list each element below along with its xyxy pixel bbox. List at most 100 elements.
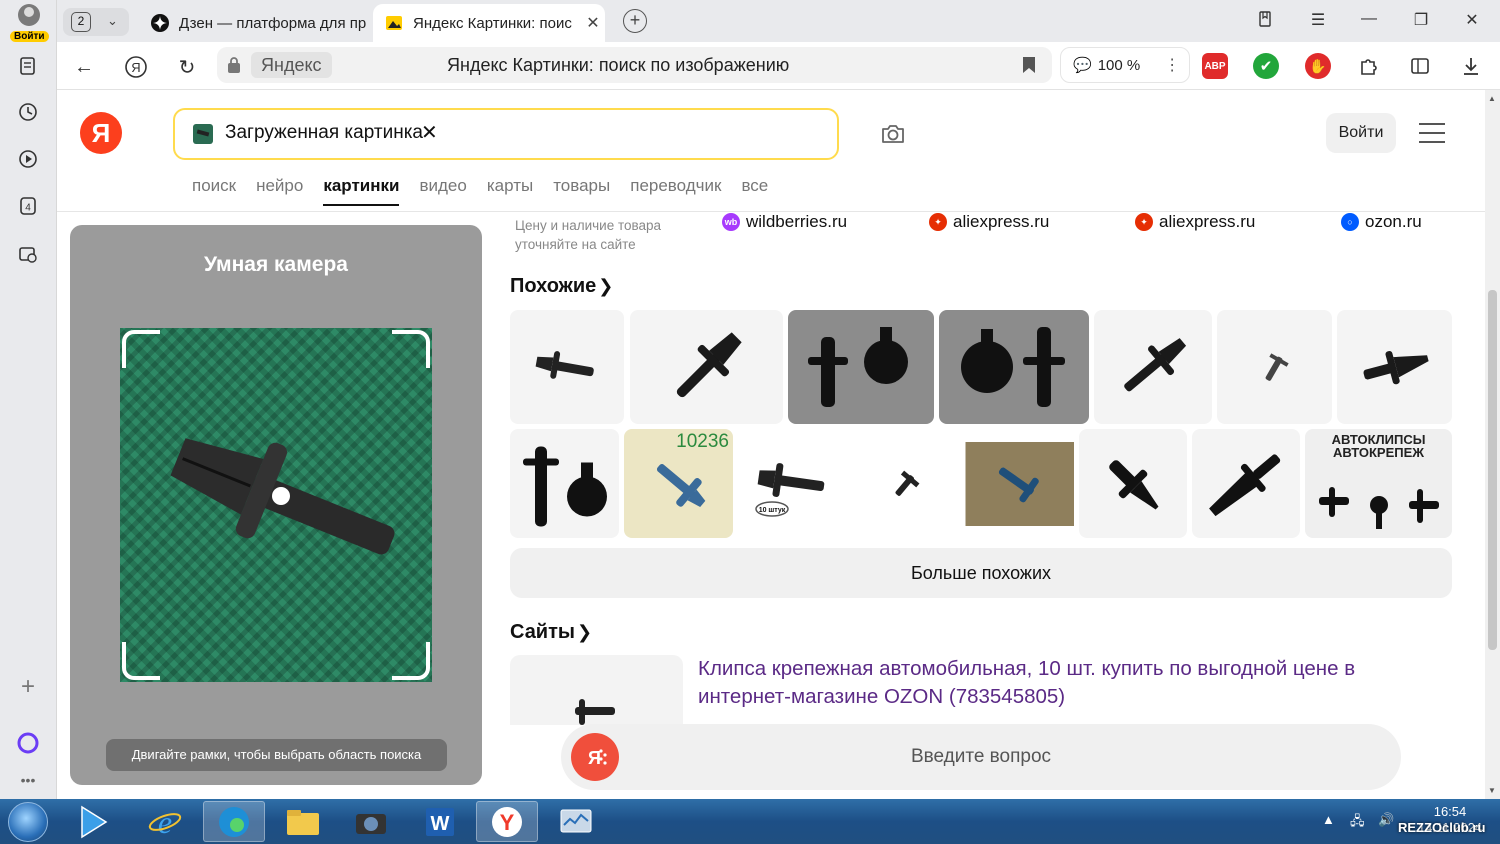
new-tab-button[interactable]: + bbox=[623, 9, 647, 33]
back-arrow-icon[interactable]: ← bbox=[71, 54, 97, 80]
alice-icon[interactable] bbox=[14, 729, 42, 757]
price-note: Цену и наличие товара уточняйте на сайте bbox=[515, 218, 662, 252]
tab-neuro[interactable]: нейро bbox=[256, 176, 303, 206]
screenshot-icon[interactable] bbox=[14, 240, 42, 268]
more-similar-button[interactable]: Больше похожих bbox=[510, 548, 1452, 598]
yandex-browser-taskbar-icon[interactable]: Y bbox=[476, 801, 538, 842]
sidebar-panel-icon[interactable] bbox=[1407, 53, 1433, 79]
url-page-title: Яндекс Картинки: поиск по изображению bbox=[447, 55, 790, 75]
similar-image[interactable] bbox=[1217, 310, 1332, 424]
similar-image[interactable] bbox=[965, 429, 1074, 538]
download-icon[interactable] bbox=[1458, 53, 1484, 79]
svg-text:Я: Я bbox=[131, 60, 140, 75]
menu-icon[interactable]: ☰ bbox=[1306, 10, 1330, 30]
adblock-plus-icon[interactable]: ABP bbox=[1202, 53, 1228, 79]
notifications-icon[interactable]: 4 bbox=[14, 192, 42, 220]
login-button[interactable]: Войти bbox=[1326, 113, 1396, 153]
tab-count: 2 bbox=[71, 12, 91, 32]
tab-maps[interactable]: карты bbox=[487, 176, 533, 206]
close-tab-icon[interactable]: ✕ bbox=[581, 13, 605, 33]
edge-icon[interactable] bbox=[203, 801, 265, 842]
tab-yandex-images[interactable]: Яндекс Картинки: поис ✕ bbox=[373, 4, 605, 42]
more-dots-icon[interactable]: ••• bbox=[14, 766, 42, 794]
similar-image[interactable] bbox=[852, 429, 960, 538]
minimize-icon[interactable]: — bbox=[1357, 10, 1381, 28]
checkmark-extension-icon[interactable]: ✔ bbox=[1253, 53, 1279, 79]
reload-icon[interactable]: ↻ bbox=[174, 54, 200, 80]
search-box[interactable]: Загруженная картинка ✕ bbox=[173, 108, 839, 160]
play-icon[interactable] bbox=[14, 145, 42, 173]
shop-name: aliexpress.ru bbox=[1159, 212, 1256, 231]
taskbar: e W Y ▲ 🖧 🔊 16:54 14.11.2024 REZZOclub.r… bbox=[0, 799, 1500, 844]
tab-video[interactable]: видео bbox=[419, 176, 466, 206]
yandex-browser-icon[interactable]: Я bbox=[123, 54, 149, 80]
shop-link-wildberries[interactable]: wb wildberries.ru bbox=[722, 212, 847, 232]
tab-groups-button[interactable]: 2 ⌄ bbox=[63, 8, 129, 36]
similar-image[interactable] bbox=[510, 310, 624, 424]
adguard-hand-icon[interactable]: ✋ bbox=[1305, 53, 1331, 79]
camera-app-icon[interactable] bbox=[340, 801, 402, 842]
zoom-level: 100 % bbox=[1097, 56, 1141, 74]
restore-icon[interactable]: ❐ bbox=[1409, 10, 1433, 30]
yandex-logo[interactable]: Я bbox=[80, 112, 122, 154]
user-icon bbox=[18, 4, 40, 26]
volume-icon[interactable]: 🔊 bbox=[1378, 812, 1394, 828]
query-image[interactable] bbox=[120, 328, 432, 682]
shop-link-ozon[interactable]: ○ ozon.ru bbox=[1341, 212, 1422, 232]
tab-images[interactable]: картинки bbox=[323, 176, 400, 206]
page-scrollbar[interactable]: ▲ ▼ bbox=[1485, 90, 1500, 799]
file-explorer-icon[interactable] bbox=[272, 801, 334, 842]
tab-translator[interactable]: переводчик bbox=[630, 176, 721, 206]
bookmark-icon[interactable] bbox=[1022, 56, 1036, 74]
similar-image[interactable] bbox=[510, 429, 619, 538]
similar-image[interactable] bbox=[1094, 310, 1212, 424]
menu-icon[interactable] bbox=[1419, 123, 1445, 143]
close-window-icon[interactable]: ✕ bbox=[1460, 10, 1484, 30]
url-field[interactable]: Яндекс Яндекс Картинки: поиск по изображ… bbox=[217, 47, 1052, 83]
similar-image[interactable] bbox=[1192, 429, 1300, 538]
tab-all[interactable]: все bbox=[741, 176, 768, 206]
wildberries-icon: wb bbox=[722, 213, 740, 231]
similar-image[interactable] bbox=[788, 310, 934, 424]
site-result-thumbnail[interactable] bbox=[510, 655, 683, 725]
extensions-puzzle-icon[interactable] bbox=[1356, 53, 1382, 79]
more-options-icon[interactable]: ⋮ bbox=[1164, 55, 1180, 75]
similar-image[interactable] bbox=[1079, 429, 1187, 538]
alice-question-bar[interactable]: Я Введите вопрос bbox=[561, 724, 1401, 790]
similar-image[interactable]: АВТОКЛИПСЫ АВТОКРЕПЕЖ bbox=[1305, 429, 1452, 538]
bookmarks-panel-icon[interactable] bbox=[1254, 10, 1278, 33]
start-button[interactable] bbox=[8, 802, 48, 842]
collections-icon[interactable] bbox=[14, 52, 42, 80]
task-manager-icon[interactable] bbox=[545, 801, 607, 842]
tray-expand-icon[interactable]: ▲ bbox=[1322, 812, 1335, 827]
shop-link-aliexpress[interactable]: ✦ aliexpress.ru bbox=[929, 212, 1049, 232]
profile-avatar[interactable]: Войти bbox=[10, 4, 49, 42]
site-result-link[interactable]: Клипса крепежная автомобильная, 10 шт. к… bbox=[698, 655, 1418, 711]
add-panel-icon[interactable]: + bbox=[14, 673, 42, 701]
similar-image[interactable] bbox=[939, 310, 1089, 424]
sites-section-title[interactable]: Сайты ❯ bbox=[510, 621, 592, 644]
smart-camera-panel: Умная камера Двигайте рамки, чтобы выбра… bbox=[70, 225, 482, 785]
similar-section-title[interactable]: Похожие ❯ bbox=[510, 275, 613, 298]
similar-image[interactable] bbox=[1337, 310, 1452, 424]
word-icon[interactable]: W bbox=[409, 801, 471, 842]
tab-search[interactable]: поиск bbox=[192, 176, 236, 206]
pack-count-label: 10 штук bbox=[759, 507, 786, 514]
clear-image-icon[interactable]: ✕ bbox=[421, 120, 438, 145]
zoom-control[interactable]: 💬 100 % ⋮ bbox=[1060, 47, 1190, 83]
shop-name: wildberries.ru bbox=[746, 212, 848, 231]
camera-icon[interactable] bbox=[879, 120, 907, 148]
similar-image[interactable] bbox=[630, 310, 783, 424]
chevron-right-icon: ❯ bbox=[576, 622, 593, 642]
internet-explorer-icon[interactable]: e bbox=[134, 801, 196, 842]
tab-dzen[interactable]: Дзен — платформа для пр bbox=[139, 4, 369, 42]
history-icon[interactable] bbox=[14, 98, 42, 126]
similar-image[interactable]: 10 штук bbox=[738, 429, 846, 538]
focus-point-handle[interactable] bbox=[272, 487, 290, 505]
network-icon[interactable]: 🖧 bbox=[1350, 812, 1365, 834]
alice-input-placeholder: Введите вопрос bbox=[910, 746, 1052, 767]
similar-image[interactable]: 10236 bbox=[624, 429, 733, 538]
tab-products[interactable]: товары bbox=[553, 176, 610, 206]
media-player-icon[interactable] bbox=[62, 801, 124, 842]
shop-link-aliexpress-2[interactable]: ✦ aliexpress.ru bbox=[1135, 212, 1255, 232]
